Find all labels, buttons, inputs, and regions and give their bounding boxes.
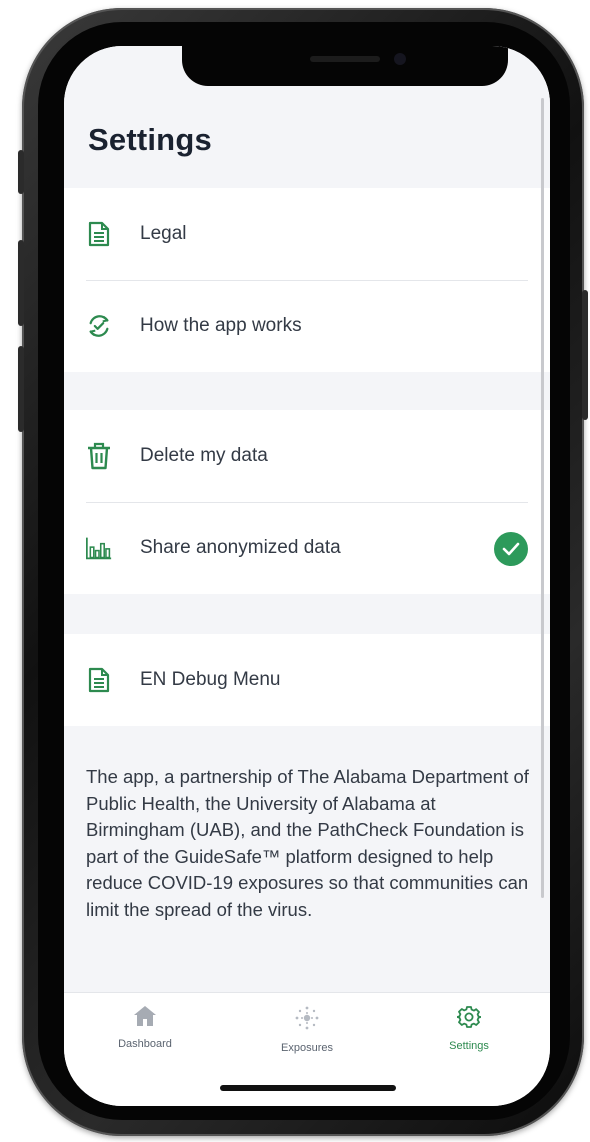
tab-exposures[interactable]: Exposures	[226, 993, 388, 1075]
settings-item-label: How the app works	[140, 315, 302, 336]
page-title: Settings	[88, 122, 212, 157]
settings-group-data: Delete my data Share anonymized data	[64, 410, 550, 594]
exposure-dots-icon	[294, 1005, 320, 1036]
front-camera	[394, 53, 406, 65]
settings-group-debug: EN Debug Menu	[64, 634, 550, 726]
gear-icon	[456, 1005, 482, 1034]
settings-item-delete-my-data[interactable]: Delete my data	[64, 410, 550, 502]
document-icon	[86, 220, 112, 248]
document-icon	[86, 666, 112, 694]
settings-item-share-anonymized-data[interactable]: Share anonymized data	[64, 502, 550, 594]
speaker	[310, 56, 380, 62]
bottom-tab-bar: Dashboard Exposures Settings	[64, 992, 550, 1106]
settings-group-info: Legal How the app works	[64, 188, 550, 372]
home-icon	[133, 1005, 157, 1032]
phone-screen: Settings Legal How the app works Delete …	[64, 46, 550, 1106]
power-button	[582, 290, 588, 420]
bar-chart-icon	[86, 534, 112, 562]
checkmark-icon[interactable]	[494, 532, 528, 566]
settings-item-legal[interactable]: Legal	[64, 188, 550, 280]
volume-down-button	[18, 346, 24, 432]
settings-item-label: Legal	[140, 223, 187, 244]
silent-switch	[18, 150, 24, 194]
settings-item-en-debug-menu[interactable]: EN Debug Menu	[64, 634, 550, 726]
scrollbar[interactable]	[541, 98, 544, 898]
refresh-check-icon	[86, 312, 112, 340]
tab-label: Settings	[449, 1040, 489, 1052]
settings-item-label: Delete my data	[140, 445, 268, 466]
tab-settings[interactable]: Settings	[388, 993, 550, 1075]
home-indicator[interactable]	[220, 1085, 396, 1091]
settings-item-how-the-app-works[interactable]: How the app works	[64, 280, 550, 372]
about-description: The app, a partnership of The Alabama De…	[86, 766, 529, 920]
tab-label: Exposures	[281, 1042, 333, 1054]
volume-up-button	[18, 240, 24, 326]
settings-item-label: Share anonymized data	[140, 537, 341, 558]
settings-item-label: EN Debug Menu	[140, 669, 281, 690]
tab-dashboard[interactable]: Dashboard	[64, 993, 226, 1075]
tab-label: Dashboard	[118, 1038, 172, 1050]
trash-icon	[86, 442, 112, 470]
notch	[182, 46, 508, 86]
